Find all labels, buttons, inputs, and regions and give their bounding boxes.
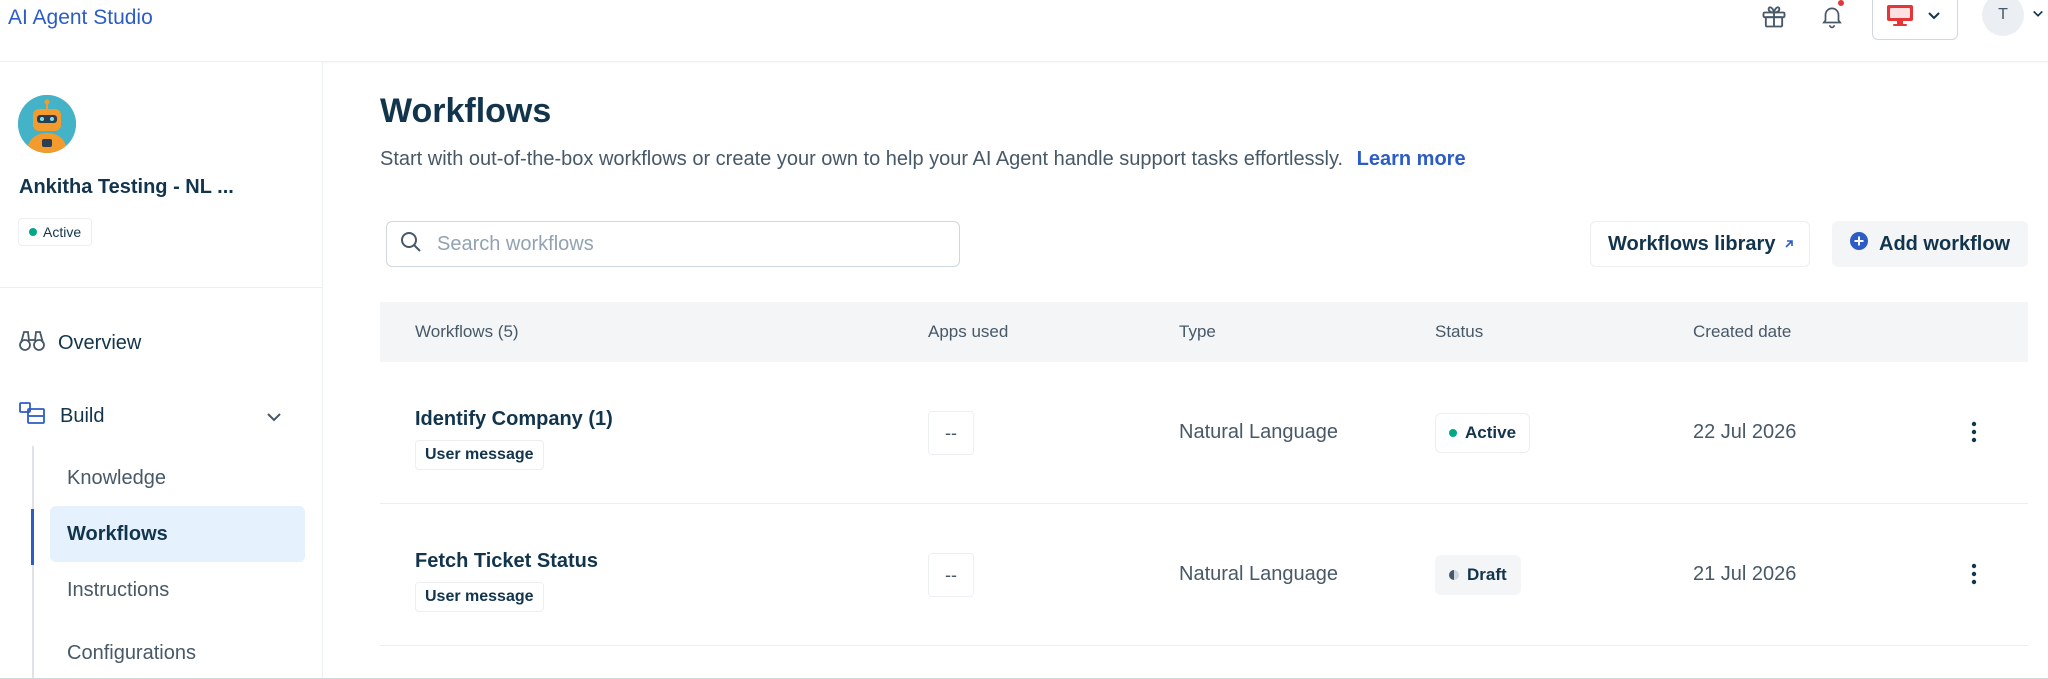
add-workflow-label: Add workflow: [1879, 232, 2011, 255]
sidebar-divider: [0, 287, 322, 288]
agent-name: Ankitha Testing - NL ...: [19, 176, 234, 198]
chevron-down-icon: [1927, 8, 1941, 26]
user-avatar: T: [1982, 0, 2024, 36]
column-header-status: Status: [1435, 322, 1484, 341]
sidebar: Ankitha Testing - NL ... Active Overview…: [0, 62, 323, 679]
workflows-library-button[interactable]: Workflows library: [1590, 221, 1810, 267]
column-header-apps: Apps used: [928, 322, 1009, 341]
description-text: Start with out-of-the-box workflows or c…: [380, 148, 1344, 170]
sidebar-item-overview[interactable]: Overview: [18, 327, 141, 359]
workflow-name[interactable]: Fetch Ticket Status: [415, 550, 598, 573]
bell-icon[interactable]: [1816, 0, 1848, 32]
search-input[interactable]: [437, 232, 917, 256]
more-options-icon[interactable]: [1962, 556, 1986, 592]
sidebar-item-label: Build: [60, 404, 105, 427]
table-row[interactable]: Fetch Ticket Status User message -- Natu…: [380, 504, 2028, 646]
device-menu-button[interactable]: [1872, 0, 1958, 40]
status-badge: Active: [1435, 413, 1531, 453]
page-title: Workflows: [380, 92, 552, 130]
top-bar: AI Agent Studio T: [0, 0, 2048, 62]
created-date: 21 Jul 2026: [1693, 563, 1797, 585]
draft-dot-icon: [1449, 570, 1459, 580]
apps-used: --: [928, 411, 974, 455]
monitor-icon: [1885, 3, 1915, 32]
external-link-icon: [1783, 233, 1795, 256]
table-row[interactable]: Identify Company (1) User message -- Nat…: [380, 362, 2028, 504]
column-header-type: Type: [1179, 322, 1216, 341]
sidebar-item-knowledge[interactable]: Knowledge: [50, 450, 305, 506]
created-date: 22 Jul 2026: [1693, 421, 1797, 443]
page-description: Start with out-of-the-box workflows or c…: [380, 148, 1466, 171]
trigger-tag: User message: [415, 582, 544, 612]
status-label: Active: [1465, 423, 1517, 442]
gift-icon[interactable]: [1758, 0, 1790, 32]
app-title[interactable]: AI Agent Studio: [8, 6, 153, 30]
table-header: Workflows (5) Apps used Type Status Crea…: [380, 302, 2028, 362]
build-icon: [18, 401, 46, 431]
status-label: Draft: [1467, 565, 1507, 584]
chevron-down-icon: [2032, 6, 2044, 24]
agent-avatar: [18, 95, 76, 153]
search-icon: [399, 230, 423, 259]
status-badge: Draft: [1435, 555, 1521, 595]
agent-status-badge: Active: [18, 218, 93, 246]
workflow-name[interactable]: Identify Company (1): [415, 408, 613, 431]
column-header-workflows: Workflows (5): [415, 322, 519, 341]
agent-status-label: Active: [43, 224, 82, 240]
sidebar-item-instructions[interactable]: Instructions: [50, 562, 305, 618]
plus-circle-icon: [1849, 231, 1869, 257]
subnav-active-indicator: [31, 509, 34, 565]
workflows-library-label: Workflows library: [1608, 232, 1776, 255]
column-header-created: Created date: [1693, 322, 1792, 341]
active-dot-icon: [29, 228, 37, 236]
workflow-type: Natural Language: [1179, 421, 1339, 443]
binoculars-icon: [18, 327, 46, 359]
notification-dot: [1838, 0, 1844, 6]
add-workflow-button[interactable]: Add workflow: [1832, 221, 2028, 267]
chevron-down-icon: [266, 405, 282, 428]
search-box: [386, 221, 960, 267]
active-dot-icon: [1449, 429, 1457, 437]
more-options-icon[interactable]: [1962, 414, 1986, 450]
sidebar-item-configurations[interactable]: Configurations: [50, 625, 305, 679]
sidebar-item-workflows[interactable]: Workflows: [50, 506, 305, 562]
sidebar-item-label: Overview: [58, 331, 142, 354]
learn-more-link[interactable]: Learn more: [1357, 148, 1466, 170]
sidebar-item-build[interactable]: Build: [18, 401, 282, 431]
workflows-table: Workflows (5) Apps used Type Status Crea…: [380, 302, 2028, 646]
apps-used: --: [928, 553, 974, 597]
user-menu-button[interactable]: T: [1982, 0, 2048, 36]
trigger-tag: User message: [415, 440, 544, 470]
workflow-type: Natural Language: [1179, 563, 1339, 585]
